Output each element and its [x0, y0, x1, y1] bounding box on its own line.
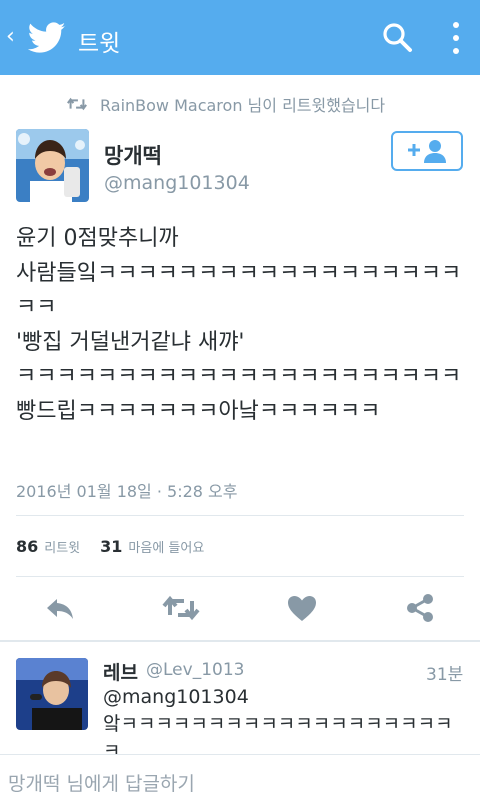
reply-author-handle[interactable]: @Lev_1013 [146, 660, 244, 680]
more-vert-icon[interactable] [446, 18, 466, 58]
share-icon[interactable] [404, 593, 436, 623]
tweet-text: 윤기 0점맞추니까 사람들잌ㅋㅋㅋㅋㅋㅋㅋㅋㅋㅋㅋㅋㅋㅋㅋㅋㅋㅋㅋㅋ '빵집 거… [16, 226, 462, 424]
reply-author-name[interactable]: 레브 [103, 658, 138, 685]
author-handle[interactable]: @mang101304 [104, 172, 250, 194]
retweet-notice-text: RainBow Macaron 님이 리트윗했습니다 [100, 96, 386, 115]
reply-compose-bar [0, 754, 480, 810]
tweet-stats: 86 리트윗 31 마음에 들어요 [16, 537, 218, 556]
reply-time: 31분 [426, 665, 464, 685]
search-icon[interactable] [380, 20, 414, 54]
follow-button[interactable] [391, 131, 463, 171]
page-title: 트윗 [78, 31, 121, 57]
tweet-timestamp: 2016년 01월 18일 · 5:28 오후 [16, 482, 238, 501]
reply-input[interactable] [8, 769, 468, 799]
top-app-bar: ‹ 트윗 [0, 0, 480, 75]
retweet-count[interactable]: 86 [16, 537, 38, 556]
divider [16, 515, 464, 516]
reply-icon[interactable] [44, 593, 76, 623]
heart-icon[interactable] [286, 593, 318, 623]
twitter-bird-icon[interactable] [28, 22, 66, 54]
like-count[interactable]: 31 [100, 537, 122, 556]
retweet-count-label[interactable]: 리트윗 [44, 537, 80, 556]
reply-avatar[interactable] [16, 658, 88, 730]
retweet-icon[interactable] [162, 593, 200, 623]
divider [0, 640, 480, 642]
retweet-notice: RainBow Macaron 님이 리트윗했습니다 [66, 92, 385, 116]
author-name[interactable]: 망개떡 [104, 140, 162, 170]
add-user-icon [408, 140, 446, 163]
back-button[interactable]: ‹ [6, 24, 15, 49]
like-count-label[interactable]: 마음에 들어요 [128, 537, 204, 556]
divider [16, 576, 464, 577]
retweet-icon [67, 97, 87, 111]
avatar[interactable] [16, 129, 89, 202]
